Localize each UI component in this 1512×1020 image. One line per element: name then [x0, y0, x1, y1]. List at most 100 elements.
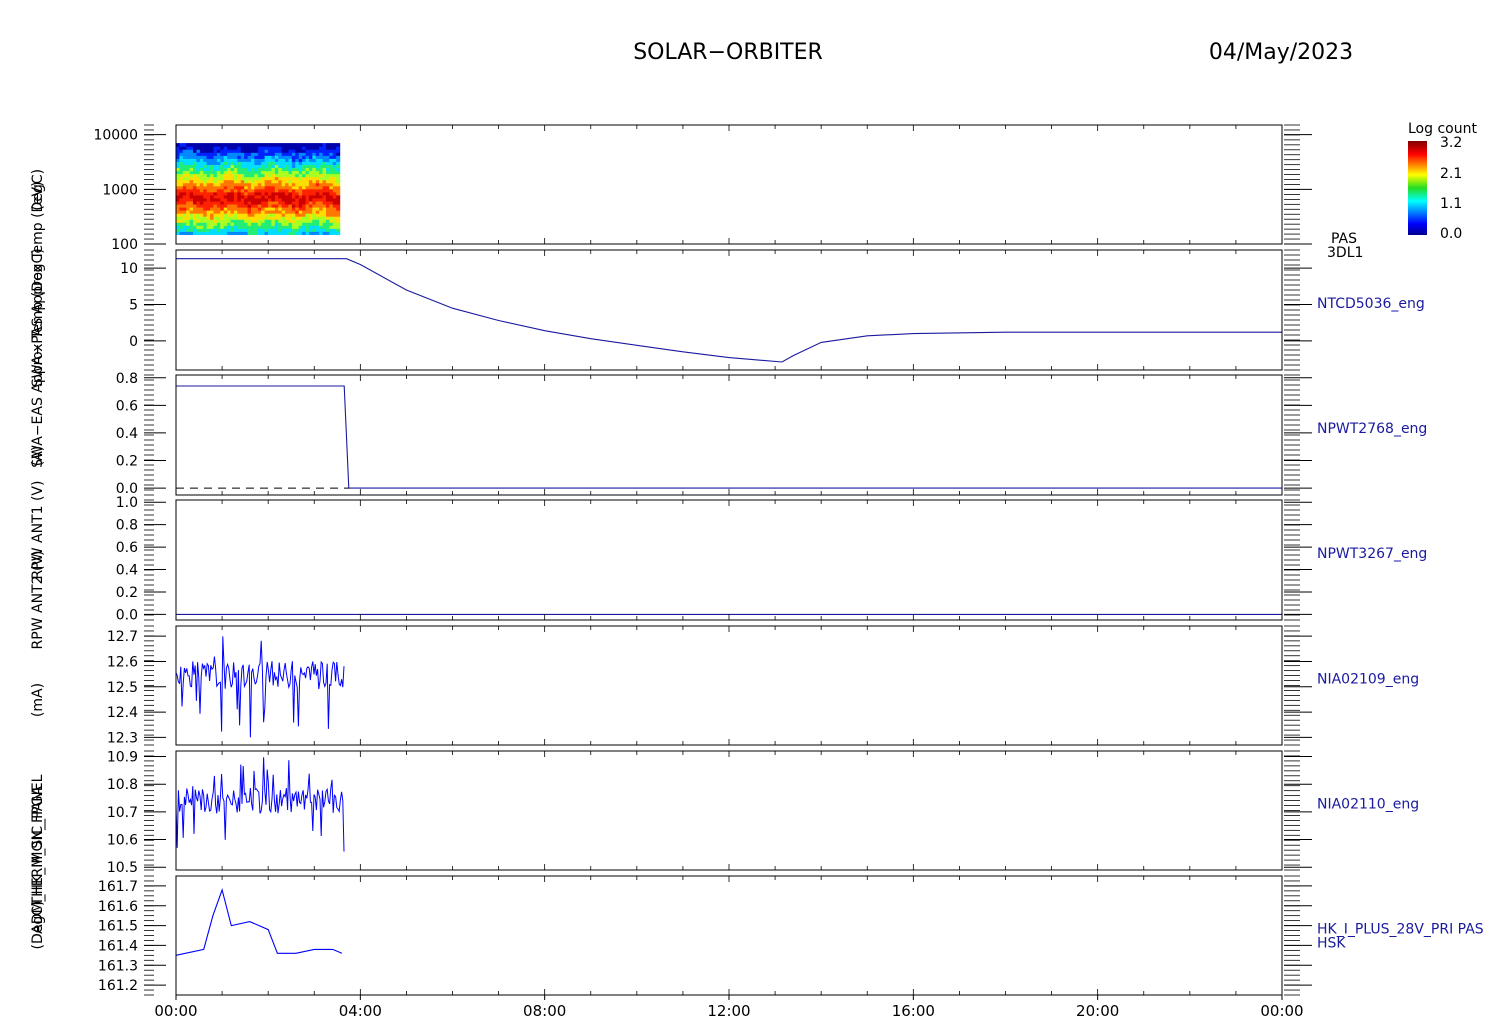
heatmap-cell — [271, 143, 276, 147]
y-tick-label: 0.2 — [116, 454, 138, 470]
heatmap-cell — [291, 143, 296, 147]
y-tick-label: 10.8 — [107, 777, 138, 793]
heatmap-cell — [261, 143, 266, 147]
y-axis-label: (A) — [30, 446, 46, 467]
date-label: 04/May/2023 — [1209, 40, 1353, 65]
heatmap-cell — [193, 143, 198, 147]
y-tick-label: 0.8 — [116, 371, 138, 387]
y-tick-label: 161.4 — [98, 938, 138, 954]
y-axis-label: THERM_SIC_PANEL — [30, 774, 46, 906]
heatmap-cell — [196, 143, 201, 147]
panel-frame — [175, 124, 1283, 245]
heatmap-cell — [189, 143, 194, 147]
y-tick-label: 0 — [129, 334, 138, 350]
panel-7: 161.7161.6161.5161.4161.3161.2HK_I_PLUS_… — [98, 875, 1484, 996]
y-tick-label: 161.6 — [98, 899, 138, 915]
panel-label: 3DL1 — [1327, 245, 1363, 261]
heatmap-cell — [227, 143, 232, 147]
heatmap-cell — [295, 143, 300, 147]
y-tick-label: 10000 — [93, 128, 138, 144]
series-line — [175, 888, 343, 956]
heatmap-cell — [281, 143, 286, 147]
heatmap-cell — [302, 143, 307, 147]
heatmap-cell — [230, 143, 235, 147]
y-tick-label: 1000 — [102, 182, 138, 198]
y-tick-label: 0.0 — [116, 607, 138, 623]
colorbar: Log count 3.2 2.1 1.1 0.0 — [1408, 121, 1477, 242]
heatmap-cell — [274, 143, 279, 147]
colorbar-gradient — [1408, 141, 1427, 235]
panel-label: NTCD5036_eng — [1317, 296, 1425, 312]
heatmap-cell — [220, 143, 225, 147]
y-tick-label: 10 — [120, 261, 138, 277]
y-tick-label: 1.0 — [116, 495, 138, 511]
heatmap-cell — [186, 143, 191, 147]
panel-4: 1.0 0.8 0.6 0.4 0.2 0.0 NPWT3267_eng — [116, 495, 1428, 623]
panel-2: 10 5 0 NTCD5036_eng — [120, 249, 1425, 371]
x-tick-label: 00:00 — [1260, 1002, 1303, 1020]
y-axis-label: RPW ANT2 (V) — [30, 551, 46, 650]
heatmap-cell — [176, 143, 181, 147]
series-line — [175, 757, 345, 852]
y-tick-label: 161.7 — [98, 879, 138, 895]
heatmap-cell — [325, 143, 330, 147]
heatmap-cell — [216, 143, 221, 147]
heatmap-cell — [319, 143, 324, 147]
x-tick-label: 00:00 — [154, 1002, 197, 1020]
y-tick-label: 10.9 — [107, 750, 138, 766]
heatmap-cell — [199, 143, 204, 147]
y-tick-label: 0.4 — [116, 426, 138, 442]
y-tick-label: 0.6 — [116, 398, 138, 414]
heatmap-cell — [179, 143, 184, 147]
y-tick-label: 12.4 — [107, 705, 138, 721]
y-tick-label: 0.6 — [116, 540, 138, 556]
panel-1: 100001000100 PAS3DL1 — [93, 124, 1363, 261]
x-tick-label: 04:00 — [339, 1002, 382, 1020]
heatmap-cell — [237, 143, 242, 147]
heatmap-cell — [250, 143, 255, 147]
panel-frame — [175, 875, 1283, 996]
heatmap-cell — [257, 143, 262, 147]
heatmap-cell — [203, 143, 208, 147]
y-axis-label: SWA−EAS Approx Temp (DegC) — [30, 248, 46, 467]
heatmap-cell — [308, 143, 313, 147]
y-axis-label: (mA) — [30, 683, 46, 717]
y-tick-label: 12.3 — [107, 730, 138, 746]
panel-5: 12.7 12.6 12.5 12.4 12.3 NIA02109_eng — [107, 625, 1419, 746]
panel-label: NIA02110_eng — [1317, 797, 1419, 813]
colorbar-tick: 0.0 — [1440, 226, 1462, 242]
y-tick-label: 0.8 — [116, 518, 138, 534]
colorbar-tick: 1.1 — [1440, 196, 1462, 212]
heatmap-cell — [206, 143, 211, 147]
y-tick-label: 10.5 — [107, 860, 138, 876]
y-tick-label: 0.2 — [116, 585, 138, 601]
heatmap-cell — [240, 143, 245, 147]
colorbar-tick: 2.1 — [1440, 166, 1462, 182]
y-tick-label: 161.5 — [98, 919, 138, 935]
heatmap-cell — [213, 143, 218, 147]
y-tick-label: 161.3 — [98, 958, 138, 974]
heatmap-cell — [223, 143, 228, 147]
heatmap-cell — [264, 143, 269, 147]
heatmap-cell — [244, 143, 249, 147]
heatmap-cell — [336, 143, 341, 147]
panel-label: NPWT3267_eng — [1317, 546, 1427, 562]
y-tick-label: 12.5 — [107, 680, 138, 696]
heatmap-cell — [254, 143, 259, 147]
heatmap-cell — [285, 143, 290, 147]
y-axis-label: (DegC) — [30, 901, 46, 950]
x-tick-label: 08:00 — [523, 1002, 566, 1020]
left-axis-labels: (eV) SWA−PAS Approx Temp (DegC) SWA−EAS … — [30, 169, 46, 950]
panel-label: NPWT2768_eng — [1317, 421, 1427, 437]
y-tick-label: 161.2 — [98, 978, 138, 994]
panel-3: 0.80.60.40.20.0NPWT2768_eng — [116, 371, 1428, 497]
heatmap-cell — [288, 143, 293, 147]
panel-label: HSK — [1317, 936, 1346, 952]
heatmap-cell — [305, 143, 310, 147]
heatmap-cell — [182, 143, 187, 147]
heatmap-cell — [210, 143, 215, 147]
x-tick-label: 12:00 — [707, 1002, 750, 1020]
panel-frame — [175, 499, 1283, 621]
heatmap-cell — [247, 143, 252, 147]
plot-canvas: SOLAR−ORBITER 04/May/2023 Log count 3.2 … — [30, 40, 1484, 1020]
